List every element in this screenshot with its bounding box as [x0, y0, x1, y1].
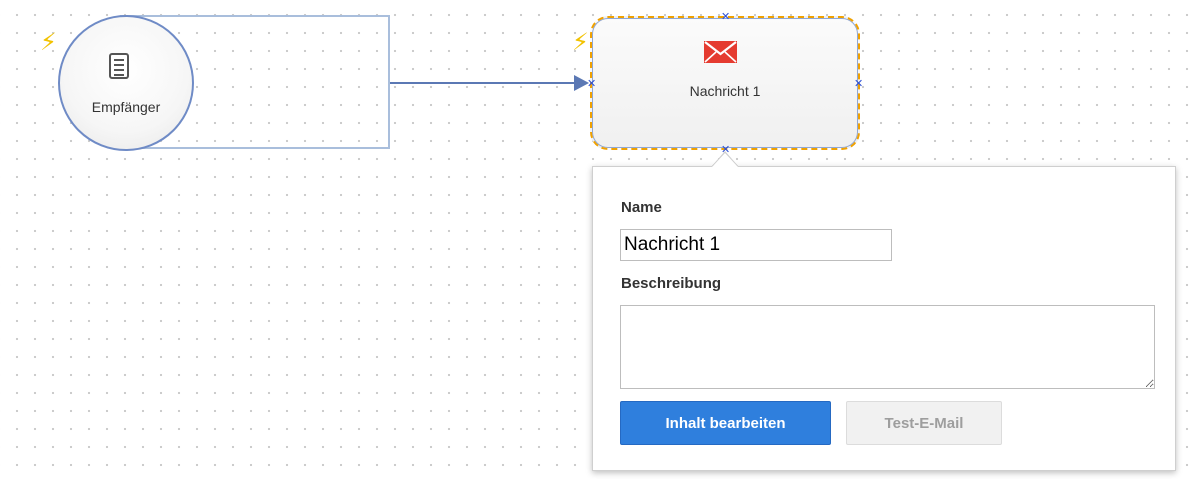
- properties-panel: Name Beschreibung Inhalt bearbeiten Test…: [592, 166, 1176, 471]
- connector-line[interactable]: [390, 82, 576, 84]
- resize-handle-left[interactable]: ✕: [587, 78, 596, 89]
- resize-handle-top[interactable]: ✕: [721, 11, 730, 22]
- mail-envelope-icon: [704, 41, 737, 63]
- start-node-label: Empfänger: [91, 99, 161, 115]
- name-label: Name: [621, 199, 662, 216]
- lightning-bolt-icon: ⚡: [40, 28, 57, 56]
- edit-content-button[interactable]: Inhalt bearbeiten: [620, 401, 831, 445]
- description-textarea[interactable]: [620, 305, 1155, 389]
- message-node-label: Nachricht 1: [689, 83, 761, 99]
- message-node[interactable]: Nachricht 1: [590, 16, 860, 150]
- resize-handle-right[interactable]: ✕: [854, 78, 863, 89]
- panel-pointer-fill: [712, 153, 738, 167]
- start-node[interactable]: Empfänger: [58, 15, 194, 151]
- document-list-icon: [109, 53, 129, 79]
- lightning-bolt-icon: ⚡: [572, 28, 589, 56]
- description-label: Beschreibung: [621, 275, 722, 292]
- name-input[interactable]: [620, 229, 892, 261]
- test-email-button[interactable]: Test-E-Mail: [846, 401, 1002, 445]
